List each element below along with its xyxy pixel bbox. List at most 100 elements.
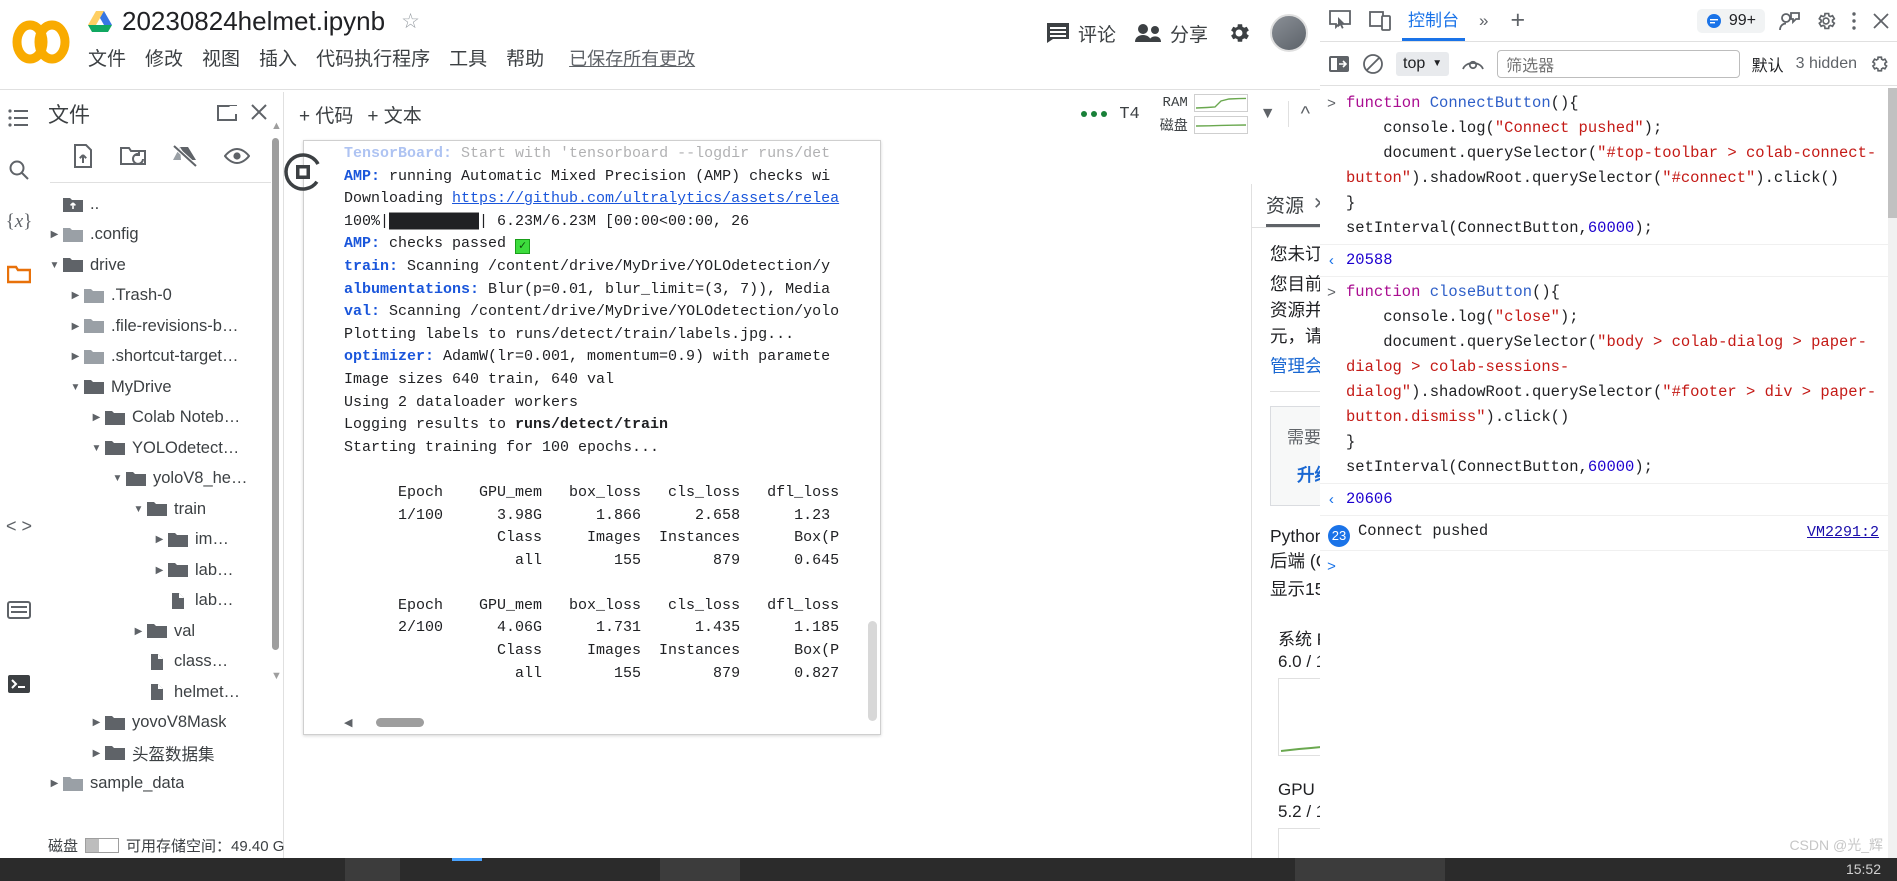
chevron-down-icon[interactable]: ▼ [88, 443, 105, 454]
file-tree-row[interactable]: helmet… [38, 677, 283, 708]
console-prompt[interactable]: > [1320, 551, 1889, 582]
upload-file-icon[interactable] [72, 143, 94, 173]
manage-sessions-link[interactable]: 管理会话 [1270, 356, 1320, 376]
add-code-cell-button[interactable]: + 代码 [299, 101, 353, 128]
scroll-up-icon[interactable]: ▲ [271, 120, 282, 132]
gear-icon[interactable] [1226, 20, 1252, 46]
file-tree-row[interactable]: ▶ im… [38, 525, 283, 556]
menu-item-tools[interactable]: 工具 [449, 44, 487, 71]
file-tree-row[interactable]: ▶ 头盔数据集 [38, 738, 283, 769]
chevron-right-icon[interactable]: ▶ [46, 778, 63, 789]
ram-gauge[interactable]: RAM [1152, 93, 1248, 112]
notebook-cell[interactable]: TensorBoard: Start with 'tensorboard --l… [284, 140, 881, 735]
console-scrollbar[interactable] [1888, 88, 1897, 858]
file-tree-row[interactable]: ▶ sample_data [38, 769, 283, 800]
menu-item-runtime[interactable]: 代码执行程序 [316, 44, 430, 71]
file-tree-row[interactable]: ▼ train [38, 494, 283, 525]
file-tree-row[interactable]: ▶ lab… [38, 555, 283, 586]
file-tree-row[interactable]: ▶ .shortcut-target… [38, 342, 283, 373]
files-icon[interactable] [0, 248, 38, 300]
add-text-cell-button[interactable]: + 文本 [367, 101, 421, 128]
refresh-folder-icon[interactable] [119, 145, 146, 172]
resource-gauges[interactable]: RAM 磁盘 [1152, 93, 1248, 135]
chevron-right-icon[interactable]: ▶ [88, 412, 105, 423]
cell-output-vscrollbar[interactable] [868, 621, 877, 721]
console-input-entry[interactable]: > function closeButton(){ console.log("cl… [1320, 277, 1889, 484]
hscrollbar-thumb[interactable] [376, 717, 425, 727]
file-tree-scrollbar[interactable]: ▲ ▼ [271, 120, 282, 682]
share-button[interactable]: 分享 [1134, 20, 1208, 47]
disk-gauge[interactable]: 磁盘 [1152, 115, 1248, 135]
console-source-link[interactable]: VM2291:2 [1807, 520, 1879, 545]
live-expression-icon[interactable] [1461, 55, 1485, 73]
upgrade-colab-pro-link[interactable]: 升级到 Colab Pro [1297, 465, 1320, 485]
chevron-down-icon[interactable]: ▼ [67, 382, 84, 393]
chevron-down-icon[interactable]: ▼ [109, 473, 126, 484]
console-result-entry[interactable]: ‹ 20588 [1320, 245, 1889, 277]
taskbar-item-3[interactable] [1295, 858, 1445, 881]
chevron-right-icon[interactable]: ▶ [88, 748, 105, 759]
filter-input[interactable]: 筛选器 [1497, 49, 1740, 78]
colab-logo-icon[interactable] [10, 14, 72, 70]
console-input-entry[interactable]: > function ConnectButton(){ console.log("… [1320, 88, 1889, 245]
file-tree-row[interactable]: .. [38, 189, 283, 220]
file-tree-row[interactable]: ▶ .config [38, 220, 283, 251]
save-status[interactable]: 已保存所有更改 [569, 45, 695, 71]
hscrollbar-track[interactable] [358, 717, 866, 727]
chevron-right-icon[interactable]: ▶ [67, 351, 84, 362]
scroll-left-icon[interactable]: ◀ [344, 716, 352, 729]
scroll-down-icon[interactable]: ▼ [271, 670, 282, 682]
chevron-double-right-icon[interactable]: » [1479, 11, 1488, 31]
variables-icon[interactable]: {x} [0, 196, 38, 248]
gear-icon[interactable] [1815, 10, 1837, 32]
file-tree-row[interactable]: ▶ yovoV8Mask [38, 708, 283, 739]
show-console-sidebar-icon[interactable] [1328, 54, 1350, 74]
file-tree-row[interactable]: ▶ .file-revisions-b… [38, 311, 283, 342]
file-tree[interactable]: .. ▶ .config ▼ drive ▶ .Trash-0 ▶ .file-revision… [38, 189, 283, 825]
comment-button[interactable]: 评论 [1046, 20, 1116, 47]
file-tree-row[interactable]: class… [38, 647, 283, 678]
file-tree-row[interactable]: ▶ .Trash-0 [38, 281, 283, 312]
file-tree-row[interactable]: ▼ YOLOdetect… [38, 433, 283, 464]
chevron-right-icon[interactable]: ▶ [46, 229, 63, 240]
console-result-entry[interactable]: ‹ 20606 [1320, 484, 1889, 516]
close-icon[interactable]: ✕ [1313, 194, 1320, 214]
tab-resources[interactable]: 资源 ✕ [1266, 184, 1320, 227]
stop-cell-icon[interactable] [282, 151, 324, 193]
chevron-right-icon[interactable]: ▶ [130, 626, 147, 637]
chevron-right-icon[interactable]: ▶ [88, 717, 105, 728]
more-vertical-icon[interactable] [1851, 10, 1857, 32]
tab-console[interactable]: 控制台 [1400, 0, 1467, 41]
cloud-user-icon[interactable] [1779, 11, 1801, 31]
console-log-entry[interactable]: 23 Connect pushed VM2291:2 [1320, 516, 1889, 551]
menu-item-file[interactable]: 文件 [88, 44, 126, 71]
mount-drive-icon[interactable] [172, 144, 198, 172]
terminal-panel-icon[interactable] [0, 584, 38, 636]
chevron-down-icon[interactable]: ▼ [46, 260, 63, 271]
taskbar-item-1[interactable] [345, 858, 400, 881]
menu-item-insert[interactable]: 插入 [259, 44, 297, 71]
scrollbar-thumb[interactable] [272, 138, 279, 650]
inspect-element-icon[interactable] [1320, 0, 1360, 42]
chevron-right-icon[interactable]: ▶ [67, 321, 84, 332]
toggle-device-toolbar-icon[interactable] [1360, 0, 1400, 42]
page-title[interactable]: 20230824helmet.ipynb [122, 6, 385, 37]
file-tree-row[interactable]: ▼ MyDrive [38, 372, 283, 403]
execution-context-select[interactable]: top ▼ [1396, 51, 1450, 76]
log-level-select[interactable]: 默认 [1752, 52, 1784, 76]
code-snippets-icon[interactable]: < > [0, 500, 38, 552]
cell-output-hscrollbar[interactable]: ◀ [344, 714, 866, 730]
avatar[interactable] [1270, 14, 1308, 52]
terminal-icon[interactable] [0, 658, 38, 710]
file-tree-row[interactable]: ▶ Colab Noteb… [38, 403, 283, 434]
chevron-down-icon[interactable]: ▼ [130, 504, 147, 515]
new-window-icon[interactable] [211, 102, 243, 127]
file-tree-row[interactable]: ▼ drive [38, 250, 283, 281]
close-icon[interactable] [1871, 11, 1891, 31]
file-tree-row[interactable]: lab… [38, 586, 283, 617]
menu-item-view[interactable]: 视图 [202, 44, 240, 71]
eye-icon[interactable] [223, 147, 250, 170]
menu-item-edit[interactable]: 修改 [145, 44, 183, 71]
table-of-contents-icon[interactable] [0, 92, 38, 144]
chevron-right-icon[interactable]: ▶ [151, 534, 168, 545]
